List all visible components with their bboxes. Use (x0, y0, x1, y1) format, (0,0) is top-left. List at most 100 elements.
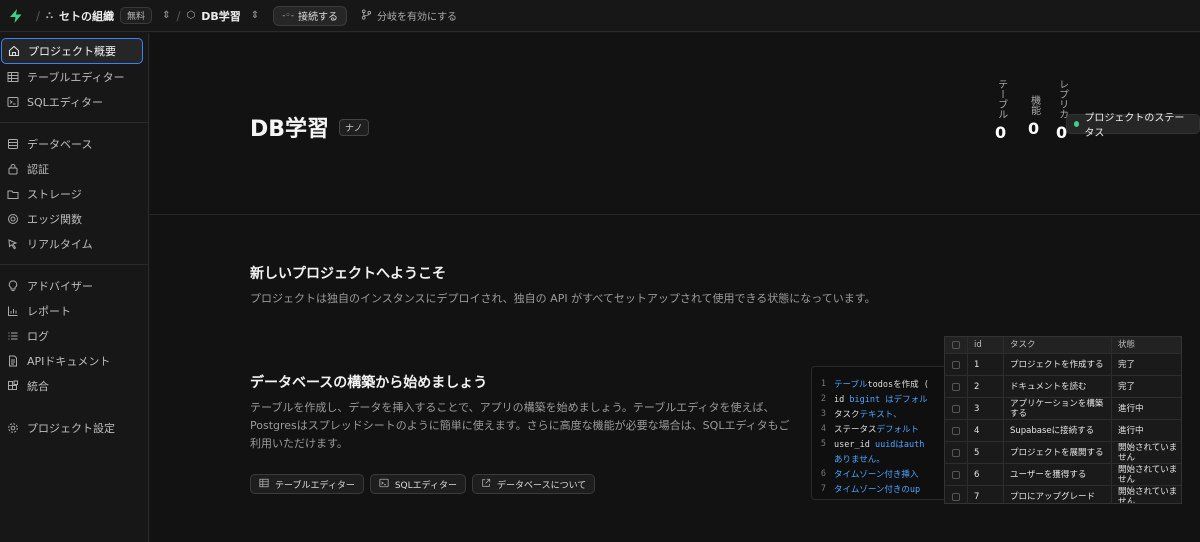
checkbox (952, 404, 960, 413)
table-cell: プロジェクトを展開する (1003, 442, 1111, 463)
lightbulb-icon (6, 279, 20, 293)
main-content: DB学習 ナノ テーブル 0 機能 0 レプリカ 0 プロジェクトのステータス … (150, 33, 1200, 542)
row-checkbox-cell (945, 492, 967, 501)
sidebar-item-label: ストレージ (27, 187, 82, 201)
enable-branching-button[interactable]: 分岐を有効にする (361, 8, 457, 23)
lock-icon (6, 162, 20, 176)
table-icon (6, 70, 20, 84)
sidebar-item-project-settings[interactable]: プロジェクト設定 (1, 415, 143, 440)
sidebar-item-label: データベース (27, 137, 93, 151)
checkbox (952, 492, 960, 501)
database-icon (6, 137, 20, 151)
table-cell: プロにアップグレード (1003, 486, 1111, 503)
sidebar-item-label: テーブルエディター (27, 70, 125, 84)
table-cell: 開始されていません (1111, 464, 1181, 485)
column-header: タスク (1003, 337, 1111, 353)
row-checkbox-cell (945, 470, 967, 479)
sidebar-item-label: ログ (27, 329, 49, 343)
project-switcher[interactable]: ⬡ DB学習 ⇕ (187, 8, 260, 24)
table-row: 7 プロにアップグレード 開始されていません (945, 486, 1181, 503)
button-label: テーブルエディター (275, 480, 355, 491)
welcome-heading: 新しいプロジェクトへようこそ (250, 266, 446, 282)
row-checkbox-cell (945, 426, 967, 435)
terminal-icon (6, 95, 20, 109)
sidebar-item-label: 認証 (27, 162, 49, 176)
table-row: 1 プロジェクトを作成する 完了 (945, 354, 1181, 376)
sidebar-item-auth[interactable]: 認証 (1, 156, 143, 181)
welcome-description: プロジェクトは独自のインスタンスにデプロイされ、独自の API がすべてセットア… (250, 292, 876, 305)
table-cell: 1 (967, 354, 1003, 375)
org-icon: ⛬ (46, 10, 54, 21)
sql-editor-button[interactable]: SQLエディター (369, 474, 467, 494)
table-cell: 6 (967, 464, 1003, 485)
table-cell: ドキュメントを読む (1003, 376, 1111, 397)
table-header-row: id タスク 状態 (945, 337, 1181, 354)
row-checkbox-cell (945, 404, 967, 413)
stat-replicas[interactable]: レプリカ 0 (1056, 79, 1068, 142)
sidebar-item-table-editor[interactable]: テーブルエディター (1, 64, 143, 89)
table-row: 3 アプリケーションを構築する 進行中 (945, 398, 1181, 420)
sidebar-item-api-docs[interactable]: APIドキュメント (1, 348, 143, 373)
sidebar-divider (0, 406, 148, 407)
table-row: 2 ドキュメントを読む 完了 (945, 376, 1181, 398)
sidebar-item-label: SQLエディター (27, 95, 103, 109)
project-status-badge[interactable]: プロジェクトのステータス (1066, 113, 1200, 139)
sidebar-item-storage[interactable]: ストレージ (1, 181, 143, 206)
table-row: 6 ユーザーを獲得する 開始されていません (945, 464, 1181, 486)
cursor-icon (6, 237, 20, 251)
checkbox (952, 470, 960, 479)
sidebar-item-reports[interactable]: レポート (1, 298, 143, 323)
table-preview: id タスク 状態 1 プロジェクトを作成する 完了 2 ドキュメントを読む 完… (944, 336, 1182, 504)
document-icon (6, 354, 20, 368)
breadcrumb-separator: / (36, 8, 41, 23)
external-link-icon (481, 478, 491, 491)
sidebar: プロジェクト概要 テーブルエディター SQLエディター データベース 認証 スト… (0, 33, 149, 542)
stat-label: レプリカ (1056, 79, 1068, 119)
button-label: データベースについて (497, 480, 587, 491)
table-cell: 4 (967, 420, 1003, 441)
project-title: DB学習 (250, 117, 330, 142)
header-checkbox-cell (945, 341, 967, 349)
gear-icon (6, 421, 20, 435)
table-row: 5 プロジェクトを展開する 開始されていません (945, 442, 1181, 464)
quick-actions: テーブルエディター SQLエディター データベースについて (250, 474, 596, 494)
plan-badge: 無料 (120, 7, 153, 24)
sidebar-item-logs[interactable]: ログ (1, 323, 143, 348)
sidebar-item-project-overview[interactable]: プロジェクト概要 (1, 38, 143, 64)
connect-button[interactable]: -◦- 接続する (273, 5, 347, 26)
compute-tier-badge: ナノ (339, 118, 369, 136)
database-heading: データベースの構築から始めましょう (250, 375, 488, 391)
org-switcher[interactable]: ⛬ セトの組織 無料 ⇕ (46, 7, 170, 24)
sidebar-item-integrations[interactable]: 統合 (1, 373, 143, 398)
sidebar-item-realtime[interactable]: リアルタイム (1, 231, 143, 256)
checkbox (952, 360, 960, 369)
sidebar-item-label: レポート (27, 304, 71, 318)
checkbox (952, 448, 960, 457)
table-cell: 2 (967, 376, 1003, 397)
checkbox (952, 341, 960, 349)
stat-tables[interactable]: テーブル 0 (995, 79, 1007, 142)
org-name: セトの組織 (59, 9, 115, 23)
project-name: DB学習 (201, 9, 241, 23)
sidebar-item-advisors[interactable]: アドバイザー (1, 273, 143, 298)
table-cell: 5 (967, 442, 1003, 463)
about-database-button[interactable]: データベースについて (472, 474, 596, 494)
sidebar-item-edge-functions[interactable]: エッジ関数 (1, 206, 143, 231)
sidebar-item-label: エッジ関数 (27, 212, 82, 226)
stat-functions[interactable]: 機能 0 (1028, 95, 1040, 138)
stat-label: 機能 (1028, 95, 1040, 115)
sidebar-item-sql-editor[interactable]: SQLエディター (1, 89, 143, 114)
connect-label: 接続する (297, 12, 338, 23)
table-editor-button[interactable]: テーブルエディター (250, 474, 364, 494)
chevron-updown-icon[interactable]: ⇕ (251, 10, 259, 21)
row-checkbox-cell (945, 382, 967, 391)
supabase-logo-icon[interactable] (2, 0, 30, 32)
plug-icon: -◦- (282, 10, 294, 21)
checkbox (952, 382, 960, 391)
sidebar-item-label: リアルタイム (27, 237, 93, 251)
table-cell: ユーザーを獲得する (1003, 464, 1111, 485)
table-cell: 開始されていません (1111, 486, 1181, 503)
chevron-updown-icon[interactable]: ⇕ (162, 10, 170, 21)
sidebar-item-database[interactable]: データベース (1, 131, 143, 156)
sidebar-item-label: アドバイザー (27, 279, 93, 293)
